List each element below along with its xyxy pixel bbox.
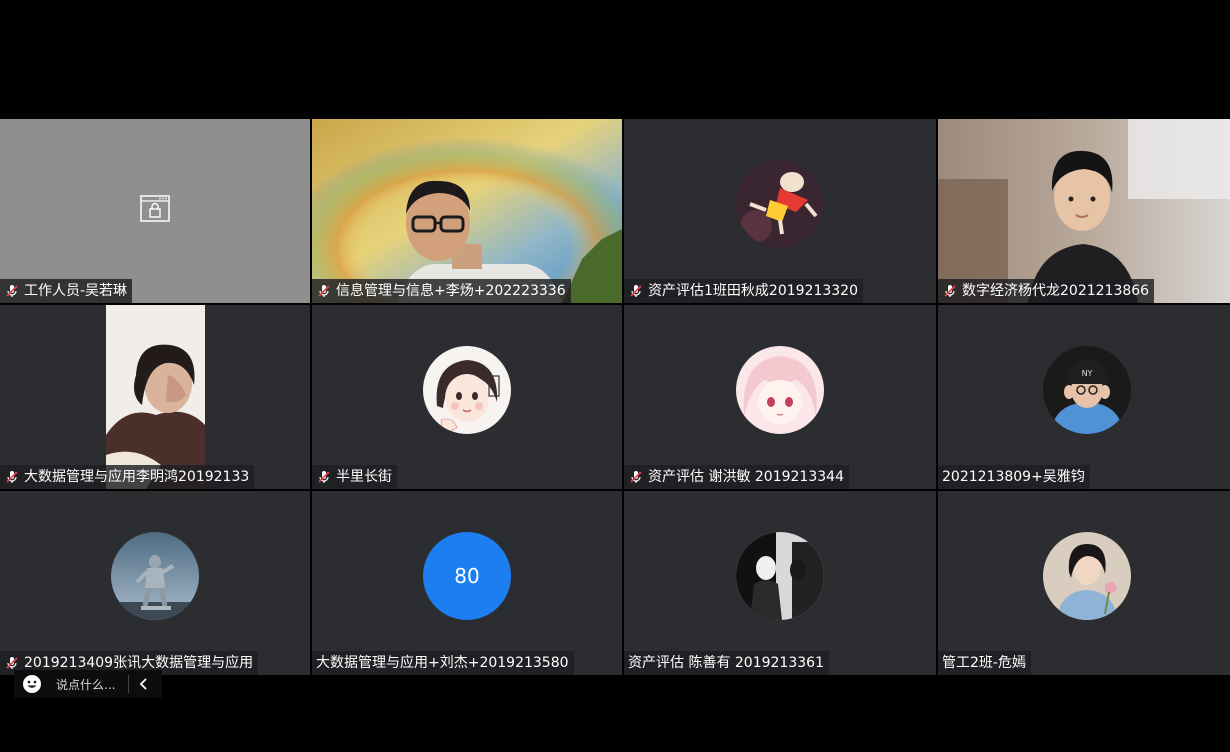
mic-muted-icon bbox=[6, 285, 18, 297]
participant-tile[interactable]: 半里长街 bbox=[312, 305, 622, 489]
initials-avatar: 80 bbox=[423, 531, 511, 620]
participant-tile[interactable]: 大数据管理与应用李明鸿20192133 bbox=[0, 305, 310, 489]
photo-avatar bbox=[736, 531, 824, 620]
participant-tile[interactable]: 信息管理与信息+李炀+202223336 bbox=[312, 119, 622, 303]
participant-tile[interactable]: 资产评估 陈善有 2019213361 bbox=[624, 491, 936, 675]
emoji-icon[interactable] bbox=[22, 674, 42, 694]
participant-name: 资产评估1班田秋成2019213320 bbox=[648, 283, 858, 299]
participant-tile[interactable]: 管工2班-危嫣 bbox=[938, 491, 1230, 675]
mic-muted-icon bbox=[318, 471, 330, 483]
participant-tile[interactable]: NY 2021213809+吴雅钧 bbox=[938, 305, 1230, 489]
video-feed bbox=[106, 305, 205, 489]
participant-name-label: 大数据管理与应用李明鸿20192133 bbox=[0, 465, 255, 489]
mic-muted-icon bbox=[318, 285, 330, 297]
participant-name: 资产评估 陈善有 2019213361 bbox=[628, 655, 824, 671]
participant-name: 资产评估 谢洪敏 2019213344 bbox=[648, 469, 844, 485]
participant-name-label: 工作人员-吴若琳 bbox=[0, 279, 133, 303]
participant-name: 2021213809+吴雅钧 bbox=[942, 469, 1085, 485]
participant-name: 数字经济杨代龙2021213866 bbox=[962, 283, 1150, 299]
chat-bar: 说点什么... bbox=[14, 670, 162, 698]
participant-name: 管工2班-危嫣 bbox=[942, 655, 1026, 671]
mic-muted-icon bbox=[630, 471, 642, 483]
mic-muted-icon bbox=[6, 471, 18, 483]
participant-tile[interactable]: 工作人员-吴若琳 bbox=[0, 119, 310, 303]
participant-grid: 工作人员-吴若琳 信息管理与信息+李炀+202223336 资产评估1班田秋成2… bbox=[0, 119, 1230, 675]
mic-muted-icon bbox=[630, 285, 642, 297]
participant-name-label: 2021213809+吴雅钧 bbox=[938, 465, 1090, 489]
participant-name: 信息管理与信息+李炀+202223336 bbox=[336, 283, 566, 299]
photo-avatar: NY bbox=[1043, 345, 1131, 434]
cartoon-avatar bbox=[736, 159, 824, 248]
video-feed bbox=[312, 119, 622, 303]
mic-muted-icon bbox=[944, 285, 956, 297]
photo-avatar bbox=[1043, 531, 1131, 620]
participant-tile[interactable]: 2019213409张讯大数据管理与应用 bbox=[0, 491, 310, 675]
participant-name: 半里长街 bbox=[336, 469, 392, 485]
participant-name-label: 大数据管理与应用+刘杰+2019213580 bbox=[312, 651, 574, 675]
participant-name-label: 资产评估 谢洪敏 2019213344 bbox=[624, 465, 849, 489]
participant-tile[interactable]: 资产评估1班田秋成2019213320 bbox=[624, 119, 936, 303]
svg-text:NY: NY bbox=[1082, 369, 1093, 378]
illustrated-avatar bbox=[423, 345, 511, 434]
chevron-left-icon[interactable] bbox=[137, 677, 151, 691]
participant-name-label: 信息管理与信息+李炀+202223336 bbox=[312, 279, 571, 303]
participant-tile[interactable]: 数字经济杨代龙2021213866 bbox=[938, 119, 1230, 303]
participant-tile[interactable]: 80 大数据管理与应用+刘杰+2019213580 bbox=[312, 491, 622, 675]
participant-name: 大数据管理与应用+刘杰+2019213580 bbox=[316, 655, 569, 671]
participant-tile[interactable]: 资产评估 谢洪敏 2019213344 bbox=[624, 305, 936, 489]
photo-avatar bbox=[111, 531, 199, 620]
participant-name-label: 数字经济杨代龙2021213866 bbox=[938, 279, 1155, 303]
participant-name-label: 资产评估 陈善有 2019213361 bbox=[624, 651, 829, 675]
participant-name-label: 半里长街 bbox=[312, 465, 397, 489]
participant-name: 工作人员-吴若琳 bbox=[24, 283, 128, 299]
lock-icon bbox=[140, 195, 170, 222]
participant-name-label: 资产评估1班田秋成2019213320 bbox=[624, 279, 863, 303]
participant-name-label: 管工2班-危嫣 bbox=[938, 651, 1031, 675]
anime-avatar bbox=[736, 345, 824, 434]
chat-input[interactable]: 说点什么... bbox=[56, 676, 128, 693]
mic-muted-icon bbox=[6, 657, 18, 669]
divider bbox=[128, 675, 129, 693]
video-feed bbox=[938, 119, 1230, 303]
participant-name: 大数据管理与应用李明鸿20192133 bbox=[24, 469, 250, 485]
